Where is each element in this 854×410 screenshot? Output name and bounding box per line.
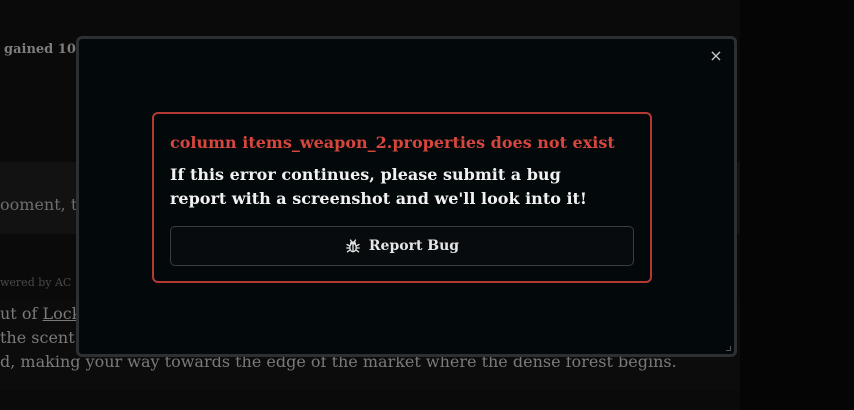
error-message: If this error continues, please submit a… [170,165,587,208]
bg-story-prefix: ut of [0,304,43,323]
error-title: column items_weapon_2.properties does no… [170,133,615,152]
report-bug-button[interactable]: Report Bug [170,226,634,266]
bug-icon [345,238,361,254]
error-alert: column items_weapon_2.properties does no… [152,112,652,283]
bg-powered-by: wered by AC [0,276,72,289]
error-modal: × column items_weapon_2.properties does … [76,36,737,357]
report-bug-label: Report Bug [368,238,460,254]
close-icon[interactable]: × [708,48,724,64]
resize-grip[interactable] [726,346,731,351]
